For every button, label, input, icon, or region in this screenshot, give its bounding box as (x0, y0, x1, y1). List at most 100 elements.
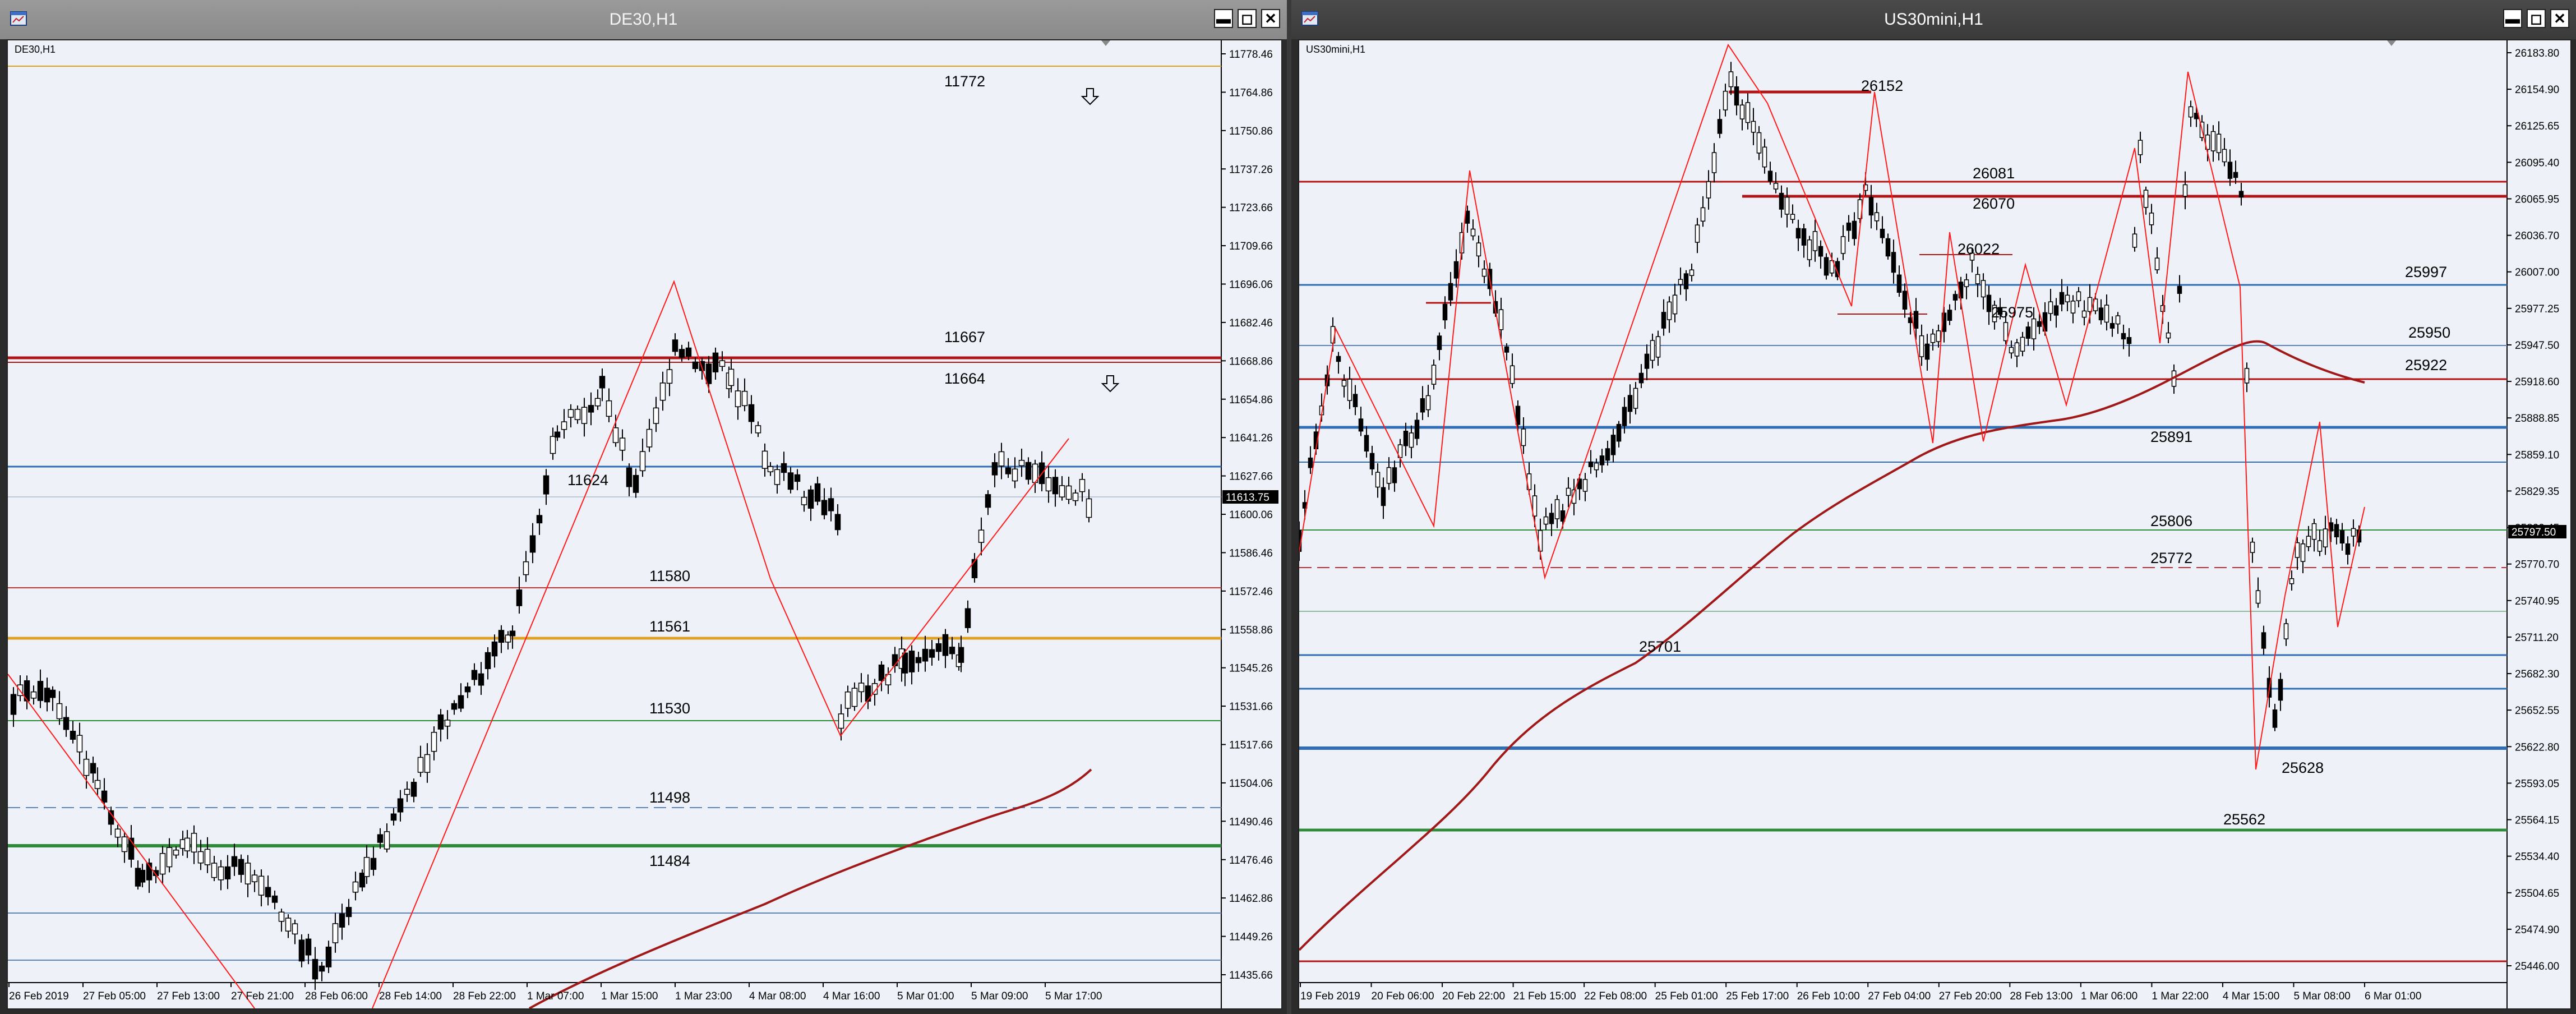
close-icon[interactable]: ✕ (2550, 9, 2569, 28)
candle-body (599, 376, 606, 389)
price-tick-label: 11723.66 (1229, 202, 1273, 214)
price-chart[interactable]: US30mini,H1 26152 26081 26070 26022 2597… (1298, 39, 2572, 1010)
candle-body (1655, 336, 1661, 358)
candle-body (305, 938, 312, 956)
chart-canvas[interactable]: 11772 11667 11664 11624 11580 11561 1153… (8, 40, 1281, 1008)
candle-body (2109, 322, 2115, 329)
candle-body (1695, 224, 1700, 243)
candle-body (2272, 709, 2278, 728)
candle-body (1616, 423, 1622, 442)
chart-canvas[interactable]: 26152 26081 26070 26022 25975 25997 2595… (1299, 40, 2570, 1008)
candle-body (834, 514, 841, 531)
price-tick-label: 11476.46 (1229, 855, 1273, 866)
candle-body (2132, 233, 2138, 248)
candle-body (1795, 228, 1801, 239)
price-tick-label: 11462.86 (1229, 893, 1273, 905)
candle-body (1072, 492, 1079, 501)
close-icon[interactable]: ✕ (1261, 9, 1280, 28)
candle-body (2177, 285, 2182, 294)
candle-body (958, 647, 964, 663)
price-tick-label: 11764.86 (1229, 87, 1273, 99)
price-tick-label: 25740.95 (2515, 596, 2559, 607)
maximize-icon[interactable]: ◻ (1238, 9, 1257, 28)
window-title: US30mini,H1 (1884, 10, 1983, 29)
candle-body (581, 407, 588, 424)
candle-body (2138, 140, 2143, 155)
chart-shift-marker[interactable] (2387, 40, 2396, 46)
candle-body (1386, 467, 1392, 484)
candle-body (1381, 487, 1386, 506)
candle-body (807, 489, 814, 509)
time-tick-label: 26 Feb 2019 (9, 990, 69, 1002)
candle-body (191, 833, 197, 853)
price-tick-label: 26095.40 (2515, 157, 2559, 169)
level-label-25806: 25806 (2150, 513, 2192, 529)
candle-body (639, 451, 646, 472)
maximize-icon[interactable]: ◻ (2527, 9, 2546, 28)
price-tick-label: 11627.66 (1229, 471, 1273, 483)
candle-body (543, 475, 550, 495)
level-label-25950: 25950 (2408, 324, 2450, 341)
candle-body (1414, 420, 1420, 439)
candle-body (1644, 353, 1650, 369)
candle-body (1874, 212, 1880, 222)
candle-body (471, 670, 478, 680)
candle-body (2065, 294, 2070, 302)
candle-body (238, 859, 244, 875)
candle-body (345, 907, 352, 918)
chart-window-de30[interactable]: DE30,H1 ▬ ◻ ✕ DE30,H1 11772 11667 11664 … (0, 0, 1287, 1014)
candle-body (173, 849, 179, 856)
chart-shift-marker[interactable] (1101, 40, 1110, 46)
price-tick-label: 25534.40 (2515, 851, 2559, 863)
candle-body (1773, 183, 1779, 190)
candle-body (2104, 305, 2109, 323)
time-tick-label: 4 Mar 08:00 (749, 990, 806, 1002)
candle-body (76, 735, 83, 753)
candle-body (741, 390, 748, 407)
time-tick-label: 4 Mar 15:00 (2223, 990, 2279, 1002)
candle-body (384, 831, 390, 850)
candle-body (561, 421, 567, 430)
candle-body (1936, 330, 1941, 342)
price-chart[interactable]: DE30,H1 11772 11667 11664 11624 11580 11… (7, 39, 1282, 1010)
price-tick-label: 11572.46 (1229, 586, 1273, 598)
candle-body (1638, 372, 1644, 384)
candle-body (44, 688, 50, 703)
price-tick-label: 25622.80 (2515, 741, 2559, 753)
price-tick-label: 25859.10 (2515, 449, 2559, 461)
candle-body (567, 409, 574, 418)
price-tick-label: 25564.15 (2515, 815, 2559, 827)
candle-body (509, 630, 516, 637)
candle-body (1846, 222, 1852, 231)
chart-window-us30mini[interactable]: US30mini,H1 ▬ ◻ ✕ US30mini,H1 26152 2608… (1291, 0, 2576, 1014)
candle-body (1666, 301, 1672, 320)
minimize-icon[interactable]: ▬ (1214, 9, 1233, 28)
time-tick-label: 25 Feb 17:00 (1726, 990, 1789, 1002)
candle-body (339, 913, 345, 928)
candle-body (2020, 337, 2025, 352)
title-bar[interactable]: DE30,H1 ▬ ◻ ✕ (0, 0, 1287, 39)
candle-body (437, 714, 444, 730)
candle-body (2081, 310, 2087, 318)
candle-body (2351, 528, 2356, 537)
price-tick-label: 11709.66 (1229, 241, 1273, 252)
candle-body (2121, 333, 2126, 340)
candle-body (781, 463, 787, 473)
candle-body (278, 911, 285, 922)
minimize-icon[interactable]: ▬ (2503, 9, 2522, 28)
candle-body (2278, 679, 2283, 701)
candle-body (49, 689, 56, 698)
title-bar[interactable]: US30mini,H1 ▬ ◻ ✕ (1291, 0, 2576, 39)
candle-body (417, 757, 424, 773)
candle-body (1336, 356, 1341, 362)
candle-body (2166, 332, 2171, 339)
candle-body (431, 732, 437, 752)
candle-body (755, 425, 761, 434)
price-tick-label: 26183.80 (2515, 48, 2559, 59)
time-tick-label: 1 Mar 15:00 (601, 990, 658, 1002)
candle-body (550, 436, 556, 454)
price-tick-label: 26007.00 (2515, 267, 2559, 279)
candle-body (90, 763, 96, 774)
candle-body (184, 837, 191, 851)
candle-body (719, 360, 726, 367)
